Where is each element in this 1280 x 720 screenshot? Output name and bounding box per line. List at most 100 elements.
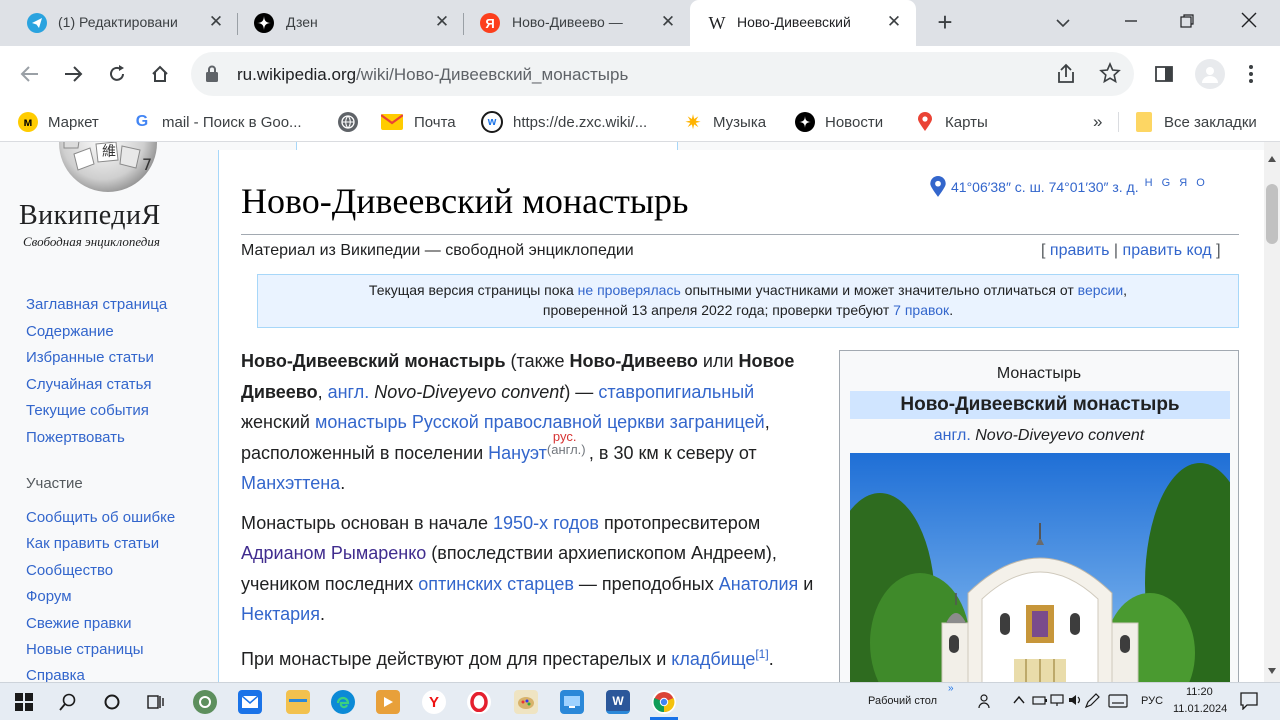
tab-dzen[interactable]: Дзен ✕ (238, 0, 464, 46)
link-english[interactable]: англ. (328, 382, 370, 402)
minimize-button[interactable] (1118, 10, 1144, 34)
link-adrian-rymarenko[interactable]: Адрианом Рымаренко (241, 543, 426, 563)
link-1950s[interactable]: 1950-х годов (493, 513, 599, 533)
nav-community[interactable]: Сообщество (26, 562, 113, 579)
side-panel-button[interactable] (1152, 62, 1176, 86)
tab-close-button[interactable]: ✕ (884, 12, 904, 32)
nav-forum[interactable]: Форум (26, 588, 72, 605)
notice-link-unreviewed[interactable]: не проверялась (578, 282, 681, 298)
nav-featured[interactable]: Избранные статьи (26, 349, 154, 366)
coordinate-map-links[interactable]: H G Я O (1145, 177, 1208, 189)
link-optina-elders[interactable]: оптинских старцев (418, 574, 574, 594)
nav-main-page[interactable]: Заглавная страница (26, 296, 167, 313)
bookmark-mail[interactable]: Почта (380, 111, 456, 133)
clock-time[interactable]: 11:20 (1186, 686, 1213, 698)
chrome-icon[interactable] (652, 690, 676, 714)
bookmarks-overflow-button[interactable]: » (1093, 111, 1102, 133)
wikipedia-globe-logo[interactable]: 維 7 (44, 142, 172, 198)
bookmark-google[interactable]: G mail - Поиск в Goo... (132, 111, 302, 133)
nav-help[interactable]: Справка (26, 667, 85, 682)
mail-app-icon[interactable] (238, 690, 262, 714)
media-player-icon[interactable] (376, 690, 400, 714)
edit-link[interactable]: править (1050, 242, 1110, 259)
people-icon[interactable] (978, 693, 994, 714)
reference-link[interactable]: [1] (755, 647, 768, 661)
remote-desktop-icon[interactable] (560, 690, 584, 714)
tab-telegram[interactable]: (1) Редактировани ✕ (0, 0, 236, 46)
nav-new-pages[interactable]: Новые страницы (26, 641, 144, 658)
nav-contents[interactable]: Содержание (26, 323, 114, 340)
close-window-button[interactable] (1236, 10, 1262, 34)
interlanguage-tag[interactable]: рус. (англ.) (547, 429, 589, 459)
wikipedia-wordmark[interactable]: ВикипедиЯ (19, 200, 161, 232)
nav-donate[interactable]: Пожертвовать (26, 429, 125, 446)
address-bar[interactable]: ru.wikipedia.org/wiki/Ново-Дивеевский_мо… (191, 52, 1134, 96)
yandex-browser-icon[interactable]: Y (422, 690, 446, 714)
scrollbar-thumb[interactable] (1266, 184, 1278, 244)
link-manhattan[interactable]: Манхэттена (241, 473, 340, 493)
reload-button[interactable] (105, 62, 129, 86)
restore-button[interactable] (1174, 10, 1200, 34)
cortana-button[interactable] (100, 690, 124, 714)
nav-current-events[interactable]: Текущие события (26, 402, 149, 419)
nav-how-to-edit[interactable]: Как править статьи (26, 535, 159, 552)
back-button[interactable] (18, 62, 42, 86)
tab-close-button[interactable]: ✕ (206, 12, 226, 32)
forward-button[interactable] (61, 62, 85, 86)
bookmark-maps[interactable]: Карты (915, 111, 988, 133)
edge-icon[interactable] (331, 690, 355, 714)
link-cemetery[interactable]: кладбище (671, 649, 755, 669)
desktop-toolbar-label[interactable]: Рабочий стол (868, 695, 937, 707)
profile-avatar[interactable] (1195, 59, 1225, 89)
paint-icon[interactable] (514, 690, 538, 714)
link-stauropegial[interactable]: ставропигиальный (598, 382, 754, 402)
toolbar-chevrons[interactable]: » (948, 683, 954, 694)
link-anatoly[interactable]: Анатолия (719, 574, 799, 594)
coordinates-text[interactable]: 41°06′38″ с. ш. 74°01′30″ з. д. (951, 179, 1139, 195)
bookmark-market[interactable]: м Маркет (18, 111, 99, 133)
url-text[interactable]: ru.wikipedia.org/wiki/Ново-Дивеевский_мо… (237, 65, 628, 85)
menu-button[interactable] (1239, 62, 1263, 86)
edit-source-link[interactable]: править код (1123, 242, 1212, 259)
tab-close-button[interactable]: ✕ (658, 12, 678, 32)
link-english[interactable]: англ. (934, 427, 971, 444)
tab-wikipedia-active[interactable]: W Ново-Дивеевский ✕ (690, 0, 916, 46)
all-bookmarks-button[interactable]: Все закладки (1134, 111, 1257, 133)
input-language[interactable]: РУС (1141, 695, 1163, 707)
bookmark-globe[interactable] (338, 111, 368, 133)
tab-close-button[interactable]: ✕ (432, 12, 452, 32)
bookmark-zxc-wiki[interactable]: w https://de.zxc.wiki/... (481, 111, 647, 133)
start-button[interactable] (12, 690, 36, 714)
tab-yandex[interactable]: Я Ново-Дивеево — ✕ (464, 0, 690, 46)
notifications-icon[interactable] (1240, 692, 1258, 715)
share-icon[interactable] (1055, 63, 1077, 90)
word-icon[interactable]: W (606, 690, 630, 714)
link-nektary[interactable]: Нектария (241, 604, 320, 624)
bookmark-news[interactable]: Новости (795, 111, 883, 133)
bookmark-music[interactable]: ✷ Музыка (683, 111, 766, 134)
bookmark-star-icon[interactable] (1099, 61, 1121, 89)
coordinates[interactable]: 41°06′38″ с. ш. 74°01′30″ з. д. H G Я O (929, 176, 1208, 198)
nav-random[interactable]: Случайная статья (26, 376, 152, 393)
task-view-button[interactable] (144, 690, 168, 714)
volume-icon[interactable] (1068, 693, 1084, 712)
nav-recent-changes[interactable]: Свежие правки (26, 615, 131, 632)
file-explorer-icon[interactable] (286, 690, 310, 714)
new-tab-button[interactable]: + (932, 9, 958, 36)
tag-en[interactable]: (англ.) (547, 442, 586, 457)
tab-search-button[interactable] (1050, 10, 1076, 34)
keyboard-icon[interactable] (1108, 694, 1128, 713)
pen-icon[interactable] (1084, 693, 1100, 714)
notice-link-edits[interactable]: 7 правок (893, 302, 949, 318)
chevron-up-icon[interactable] (1012, 693, 1026, 712)
lock-icon[interactable] (205, 65, 219, 88)
battery-icon[interactable] (1032, 693, 1048, 712)
search-button[interactable] (56, 690, 80, 714)
home-button[interactable] (148, 62, 172, 86)
opera-icon[interactable] (467, 690, 491, 714)
link-rocor-monastery[interactable]: монастырь Русской православной церкви за… (315, 412, 765, 432)
clock-date[interactable]: 11.01.2024 (1173, 703, 1227, 715)
nav-report-error[interactable]: Сообщить об ошибке (26, 509, 175, 526)
link-nanuet[interactable]: Нануэт (488, 443, 547, 463)
notice-link-version[interactable]: версии (1078, 282, 1124, 298)
